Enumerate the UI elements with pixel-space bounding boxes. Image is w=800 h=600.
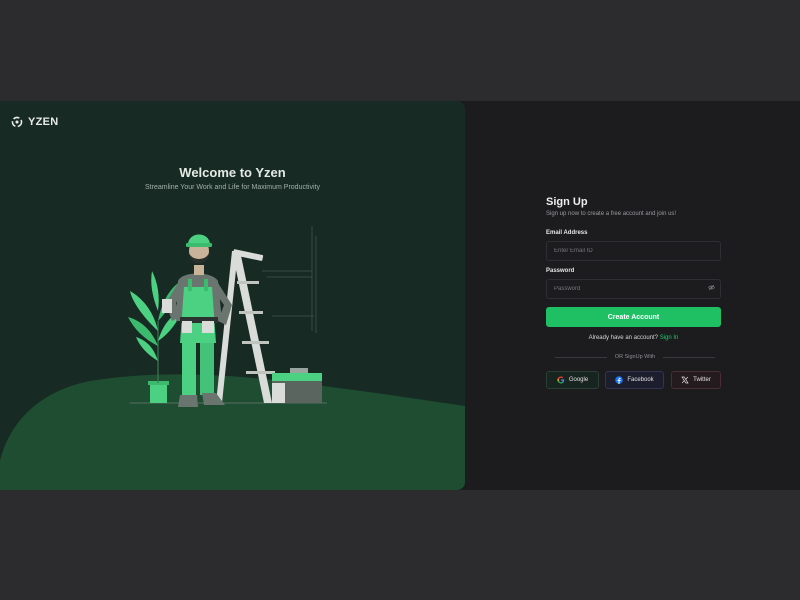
google-signup-button[interactable]: Google: [546, 371, 599, 389]
divider-rule-right: [663, 357, 715, 358]
facebook-signup-button[interactable]: Facebook: [605, 371, 664, 389]
signup-subtitle: Sign up now to create a free account and…: [546, 211, 677, 217]
signin-link[interactable]: Sign In: [660, 335, 679, 341]
facebook-icon: [615, 376, 624, 384]
worker-illustration: [128, 226, 327, 407]
brand-name: YZEN: [28, 116, 59, 128]
signup-panel: Sign Up Sign up now to create a free acc…: [465, 101, 800, 490]
or-divider: OR SignUp With: [555, 354, 715, 361]
password-label: Password: [546, 268, 575, 274]
email-input[interactable]: [546, 241, 721, 261]
eye-off-icon[interactable]: [708, 284, 715, 291]
signin-prompt: Already have an account? Sign In: [546, 335, 721, 341]
brand-logo[interactable]: YZEN: [10, 115, 59, 129]
welcome-subtitle: Streamline Your Work and Life for Maximu…: [145, 184, 320, 191]
twitter-signup-button[interactable]: Twitter: [671, 371, 721, 389]
welcome-title: Welcome to Yzen: [179, 165, 286, 180]
x-twitter-icon: [681, 376, 689, 384]
twitter-label: Twitter: [693, 377, 711, 383]
google-icon: [557, 376, 565, 384]
password-input[interactable]: [546, 279, 721, 299]
facebook-label: Facebook: [627, 377, 654, 383]
google-label: Google: [568, 377, 589, 383]
signup-title: Sign Up: [546, 196, 588, 208]
auth-frame: YZEN Welcome to Yzen Streamline Your Wor…: [0, 101, 800, 490]
email-label: Email Address: [546, 230, 588, 236]
create-account-button[interactable]: Create Account: [546, 307, 721, 327]
brand-logo-icon: [11, 116, 23, 128]
welcome-panel: YZEN Welcome to Yzen Streamline Your Wor…: [0, 101, 465, 490]
have-account-text: Already have an account?: [588, 335, 659, 341]
